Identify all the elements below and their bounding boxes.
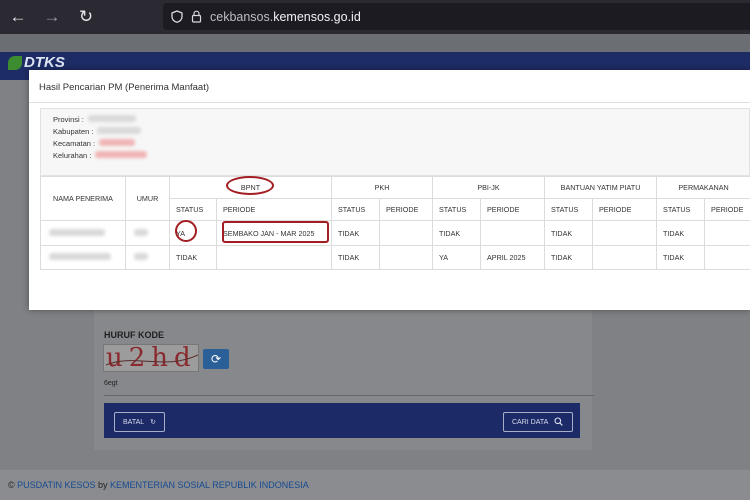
modal-divider	[29, 102, 750, 103]
makan-periode-cell	[704, 245, 750, 270]
cari-data-button[interactable]: CARI DATA	[503, 412, 573, 432]
redacted-value	[99, 139, 136, 146]
top-band	[0, 34, 750, 52]
captcha-refresh-button[interactable]: ⟳	[203, 349, 229, 369]
address-bar[interactable]: cekbansos.kemensos.go.id	[163, 3, 750, 30]
logo-text: DTKS	[24, 54, 65, 71]
kelurahan-label: Kelurahan :	[53, 151, 92, 160]
pbi-periode-cell	[480, 220, 546, 246]
bpnt-status-cell: TIDAK	[169, 245, 217, 270]
result-modal: Hasil Pencarian PM (Penerima Manfaat) Pr…	[29, 70, 750, 310]
sub-periode: PERIODE	[215, 198, 333, 221]
makan-periode-cell	[704, 220, 750, 246]
refresh-icon: ↻	[150, 419, 157, 426]
url-text: cekbansos.kemensos.go.id	[210, 9, 361, 24]
col-umur: UMUR	[125, 176, 170, 221]
copyright: ©	[8, 480, 18, 490]
yatim-status-cell: TIDAK	[544, 220, 594, 246]
sub-status: STATUS	[656, 198, 706, 221]
redacted-value	[134, 253, 148, 260]
captcha-label: HURUF KODE	[104, 330, 164, 340]
pbi-status-cell: TIDAK	[432, 220, 482, 246]
pkh-periode-cell	[379, 245, 434, 270]
redacted-value	[87, 115, 136, 122]
pkh-status-cell: TIDAK	[331, 220, 381, 246]
sub-periode: PERIODE	[480, 198, 546, 221]
footer-by: by	[95, 480, 111, 490]
batal-button[interactable]: BATAL ↻	[114, 412, 166, 432]
table-row: TIDAK TIDAK YA APRIL 2025 TIDAK TIDAK	[40, 245, 750, 270]
sub-status: STATUS	[544, 198, 594, 221]
yatim-periode-cell	[592, 245, 658, 270]
yatim-periode-cell	[592, 220, 658, 246]
footer-text: © PUSDATIN KESOS by KEMENTERIAN SOSIAL R…	[8, 480, 309, 490]
browser-toolbar: ← → ↻ cekbansos.kemensos.go.id	[0, 0, 750, 34]
results-table: NAMA PENERIMA UMUR BPNT PKH PBI-JK BANTU…	[40, 176, 750, 270]
kecamatan-label: Kecamatan :	[53, 139, 96, 148]
redacted-value	[49, 253, 111, 260]
pkh-periode-cell	[379, 220, 434, 246]
arrow-left-icon[interactable]: ←	[4, 3, 32, 31]
region-info: Provinsi : Kabupaten : Kecamatan : Kelur…	[40, 108, 750, 176]
redacted-value	[97, 127, 142, 134]
group-bantuan-yatim-piatu: BANTUAN YATIM PIATU	[544, 176, 658, 199]
leaf-icon	[8, 55, 22, 70]
kelurahan-row: Kelurahan :	[53, 151, 148, 160]
yatim-status-cell: TIDAK	[544, 245, 594, 270]
sub-status: STATUS	[432, 198, 482, 221]
site-logo[interactable]: DTKS	[8, 54, 65, 71]
shield-icon[interactable]	[171, 10, 183, 23]
annotation-box-sembako	[222, 221, 329, 243]
search-icon	[554, 416, 564, 428]
annotation-circle-ya	[175, 220, 197, 242]
lock-icon[interactable]	[191, 10, 202, 23]
kecamatan-row: Kecamatan :	[53, 139, 136, 148]
kabupaten-row: Kabupaten :	[53, 127, 142, 136]
batal-label: BATAL	[123, 418, 145, 426]
bpnt-periode-cell	[215, 245, 333, 270]
sub-periode: PERIODE	[704, 198, 750, 221]
nama-cell	[40, 245, 126, 270]
arrow-right-icon[interactable]: →	[38, 3, 66, 31]
captcha-image: u2hd	[103, 344, 199, 372]
nama-cell	[40, 220, 126, 246]
pkh-status-cell: TIDAK	[331, 245, 381, 270]
pbi-status-cell: YA	[432, 245, 482, 270]
col-nama-penerima: NAMA PENERIMA	[40, 176, 126, 221]
sub-periode: PERIODE	[592, 198, 658, 221]
modal-title: Hasil Pencarian PM (Penerima Manfaat)	[39, 82, 210, 93]
kabupaten-label: Kabupaten :	[53, 127, 94, 136]
provinsi-row: Provinsi :	[53, 115, 136, 124]
action-bar: BATAL ↻ CARI DATA	[104, 403, 580, 438]
table-row: YA SEMBAKO JAN - MAR 2025 TIDAK TIDAK TI…	[40, 220, 750, 246]
cari-label: CARI DATA	[512, 418, 549, 426]
pbi-periode-cell: APRIL 2025	[480, 245, 546, 270]
sub-status: STATUS	[169, 198, 217, 221]
annotation-circle-bpnt	[226, 176, 274, 195]
group-pbi-jk: PBI-JK	[432, 176, 546, 199]
group-pkh: PKH	[331, 176, 434, 199]
makan-status-cell: TIDAK	[656, 245, 706, 270]
umur-cell	[125, 220, 170, 246]
redacted-value	[134, 228, 148, 236]
footer-link-kemensos[interactable]: KEMENTERIAN SOSIAL REPUBLIK INDONESIA	[110, 480, 309, 490]
captcha-input[interactable]: 6egt	[104, 378, 594, 396]
redacted-value	[95, 151, 148, 158]
refresh-icon: ⟳	[210, 352, 222, 366]
umur-cell	[125, 245, 170, 270]
redacted-value	[49, 228, 105, 236]
group-permakanan: PERMAKANAN	[656, 176, 750, 199]
sub-status: STATUS	[331, 198, 381, 221]
provinsi-label: Provinsi :	[53, 115, 84, 124]
sub-periode: PERIODE	[379, 198, 434, 221]
footer-link-pusdatin[interactable]: PUSDATIN KESOS	[17, 480, 95, 490]
makan-status-cell: TIDAK	[656, 220, 706, 246]
reload-icon[interactable]: ↻	[72, 3, 100, 31]
